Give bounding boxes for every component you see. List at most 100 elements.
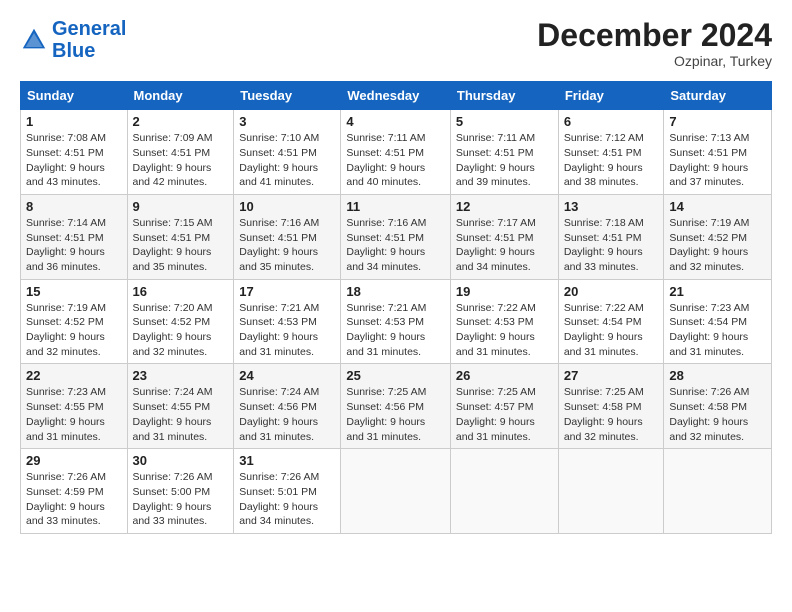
calendar-day-5: 5 Sunrise: 7:11 AMSunset: 4:51 PMDaylight…: [450, 110, 558, 195]
calendar-empty: [664, 449, 772, 534]
calendar-day-27: 27 Sunrise: 7:25 AMSunset: 4:58 PMDayligh…: [558, 364, 664, 449]
day-info: Sunrise: 7:12 AMSunset: 4:51 PMDaylight:…: [564, 131, 659, 190]
day-info: Sunrise: 7:08 AMSunset: 4:51 PMDaylight:…: [26, 131, 122, 190]
day-number: 12: [456, 199, 553, 214]
day-number: 17: [239, 284, 335, 299]
day-number: 20: [564, 284, 659, 299]
calendar-week-row-1: 1 Sunrise: 7:08 AMSunset: 4:51 PMDaylight…: [21, 110, 772, 195]
day-info: Sunrise: 7:15 AMSunset: 4:51 PMDaylight:…: [133, 216, 229, 275]
col-thursday: Thursday: [450, 82, 558, 110]
day-info: Sunrise: 7:18 AMSunset: 4:51 PMDaylight:…: [564, 216, 659, 275]
day-info: Sunrise: 7:24 AMSunset: 4:56 PMDaylight:…: [239, 385, 335, 444]
day-number: 24: [239, 368, 335, 383]
calendar-day-30: 30Sunrise: 7:26 AMSunset: 5:00 PMDayligh…: [127, 449, 234, 534]
calendar-empty: [341, 449, 451, 534]
logo-line1: General: [52, 18, 126, 40]
day-info: Sunrise: 7:23 AMSunset: 4:55 PMDaylight:…: [26, 385, 122, 444]
day-info: Sunrise: 7:14 AMSunset: 4:51 PMDaylight:…: [26, 216, 122, 275]
day-number: 31: [239, 453, 335, 468]
calendar-day-6: 6Sunrise: 7:12 AMSunset: 4:51 PMDaylight…: [558, 110, 664, 195]
location: Ozpinar, Turkey: [537, 53, 772, 69]
day-info: Sunrise: 7:16 AMSunset: 4:51 PMDaylight:…: [346, 216, 445, 275]
day-info: Sunrise: 7:20 AMSunset: 4:52 PMDaylight:…: [133, 301, 229, 360]
header: General Blue December 2024 Ozpinar, Turk…: [20, 18, 772, 69]
calendar-empty: [450, 449, 558, 534]
calendar-day-2: 2Sunrise: 7:09 AMSunset: 4:51 PMDaylight…: [127, 110, 234, 195]
calendar-week-row-4: 22 Sunrise: 7:23 AMSunset: 4:55 PMDayligh…: [21, 364, 772, 449]
day-number: 11: [346, 199, 445, 214]
day-info: Sunrise: 7:10 AMSunset: 4:51 PMDaylight:…: [239, 131, 335, 190]
calendar-day-15: 15 Sunrise: 7:19 AMSunset: 4:52 PMDayligh…: [21, 279, 128, 364]
calendar-day-28: 28 Sunrise: 7:26 AMSunset: 4:58 PMDayligh…: [664, 364, 772, 449]
title-area: December 2024 Ozpinar, Turkey: [537, 18, 772, 69]
day-info: Sunrise: 7:11 AMSunset: 4:51 PMDaylight:…: [346, 131, 445, 190]
day-number: 3: [239, 114, 335, 129]
calendar-day-14: 14 Sunrise: 7:19 AMSunset: 4:52 PMDayligh…: [664, 194, 772, 279]
page: General Blue December 2024 Ozpinar, Turk…: [0, 0, 792, 544]
day-number: 16: [133, 284, 229, 299]
day-info: Sunrise: 7:26 AMSunset: 5:01 PMDaylight:…: [239, 470, 335, 529]
day-info: Sunrise: 7:24 AMSunset: 4:55 PMDaylight:…: [133, 385, 229, 444]
calendar-day-23: 23 Sunrise: 7:24 AMSunset: 4:55 PMDayligh…: [127, 364, 234, 449]
calendar-day-21: 21Sunrise: 7:23 AMSunset: 4:54 PMDayligh…: [664, 279, 772, 364]
calendar-day-7: 7Sunrise: 7:13 AMSunset: 4:51 PMDaylight…: [664, 110, 772, 195]
day-number: 1: [26, 114, 122, 129]
day-number: 13: [564, 199, 659, 214]
day-info: Sunrise: 7:19 AMSunset: 4:52 PMDaylight:…: [669, 216, 766, 275]
calendar-day-25: 25Sunrise: 7:25 AMSunset: 4:56 PMDayligh…: [341, 364, 451, 449]
calendar-day-29: 29 Sunrise: 7:26 AMSunset: 4:59 PMDayligh…: [21, 449, 128, 534]
day-number: 29: [26, 453, 122, 468]
calendar-week-row-2: 8 Sunrise: 7:14 AMSunset: 4:51 PMDaylight…: [21, 194, 772, 279]
day-number: 22: [26, 368, 122, 383]
day-info: Sunrise: 7:11 AMSunset: 4:51 PMDaylight:…: [456, 131, 553, 190]
calendar-day-17: 17 Sunrise: 7:21 AMSunset: 4:53 PMDayligh…: [234, 279, 341, 364]
calendar-day-8: 8 Sunrise: 7:14 AMSunset: 4:51 PMDaylight…: [21, 194, 128, 279]
day-number: 5: [456, 114, 553, 129]
calendar-day-3: 3 Sunrise: 7:10 AMSunset: 4:51 PMDaylight…: [234, 110, 341, 195]
day-info: Sunrise: 7:26 AMSunset: 4:58 PMDaylight:…: [669, 385, 766, 444]
logo-icon: [20, 26, 48, 54]
day-number: 4: [346, 114, 445, 129]
calendar-day-16: 16 Sunrise: 7:20 AMSunset: 4:52 PMDayligh…: [127, 279, 234, 364]
calendar-day-1: 1 Sunrise: 7:08 AMSunset: 4:51 PMDaylight…: [21, 110, 128, 195]
calendar-header-row: Sunday Monday Tuesday Wednesday Thursday…: [21, 82, 772, 110]
day-info: Sunrise: 7:25 AMSunset: 4:58 PMDaylight:…: [564, 385, 659, 444]
col-friday: Friday: [558, 82, 664, 110]
calendar-day-18: 18 Sunrise: 7:21 AMSunset: 4:53 PMDayligh…: [341, 279, 451, 364]
day-number: 14: [669, 199, 766, 214]
day-number: 19: [456, 284, 553, 299]
calendar-week-row-5: 29 Sunrise: 7:26 AMSunset: 4:59 PMDayligh…: [21, 449, 772, 534]
calendar-empty: [558, 449, 664, 534]
day-info: Sunrise: 7:26 AMSunset: 5:00 PMDaylight:…: [133, 470, 229, 529]
day-number: 21: [669, 284, 766, 299]
calendar-day-11: 11 Sunrise: 7:16 AMSunset: 4:51 PMDayligh…: [341, 194, 451, 279]
day-number: 27: [564, 368, 659, 383]
day-info: Sunrise: 7:21 AMSunset: 4:53 PMDaylight:…: [346, 301, 445, 360]
day-number: 26: [456, 368, 553, 383]
day-info: Sunrise: 7:26 AMSunset: 4:59 PMDaylight:…: [26, 470, 122, 529]
day-number: 23: [133, 368, 229, 383]
calendar-day-13: 13 Sunrise: 7:18 AMSunset: 4:51 PMDayligh…: [558, 194, 664, 279]
day-info: Sunrise: 7:22 AMSunset: 4:54 PMDaylight:…: [564, 301, 659, 360]
day-number: 2: [133, 114, 229, 129]
day-number: 15: [26, 284, 122, 299]
day-number: 7: [669, 114, 766, 129]
day-info: Sunrise: 7:19 AMSunset: 4:52 PMDaylight:…: [26, 301, 122, 360]
col-sunday: Sunday: [21, 82, 128, 110]
day-number: 8: [26, 199, 122, 214]
day-info: Sunrise: 7:21 AMSunset: 4:53 PMDaylight:…: [239, 301, 335, 360]
logo-text: General Blue: [52, 18, 126, 62]
day-info: Sunrise: 7:25 AMSunset: 4:56 PMDaylight:…: [346, 385, 445, 444]
day-number: 28: [669, 368, 766, 383]
calendar: Sunday Monday Tuesday Wednesday Thursday…: [20, 81, 772, 534]
calendar-day-10: 10Sunrise: 7:16 AMSunset: 4:51 PMDayligh…: [234, 194, 341, 279]
col-tuesday: Tuesday: [234, 82, 341, 110]
calendar-week-row-3: 15 Sunrise: 7:19 AMSunset: 4:52 PMDayligh…: [21, 279, 772, 364]
day-info: Sunrise: 7:25 AMSunset: 4:57 PMDaylight:…: [456, 385, 553, 444]
calendar-day-31: 31 Sunrise: 7:26 AMSunset: 5:01 PMDayligh…: [234, 449, 341, 534]
day-number: 18: [346, 284, 445, 299]
calendar-day-4: 4 Sunrise: 7:11 AMSunset: 4:51 PMDaylight…: [341, 110, 451, 195]
col-wednesday: Wednesday: [341, 82, 451, 110]
col-saturday: Saturday: [664, 82, 772, 110]
calendar-day-9: 9Sunrise: 7:15 AMSunset: 4:51 PMDaylight…: [127, 194, 234, 279]
